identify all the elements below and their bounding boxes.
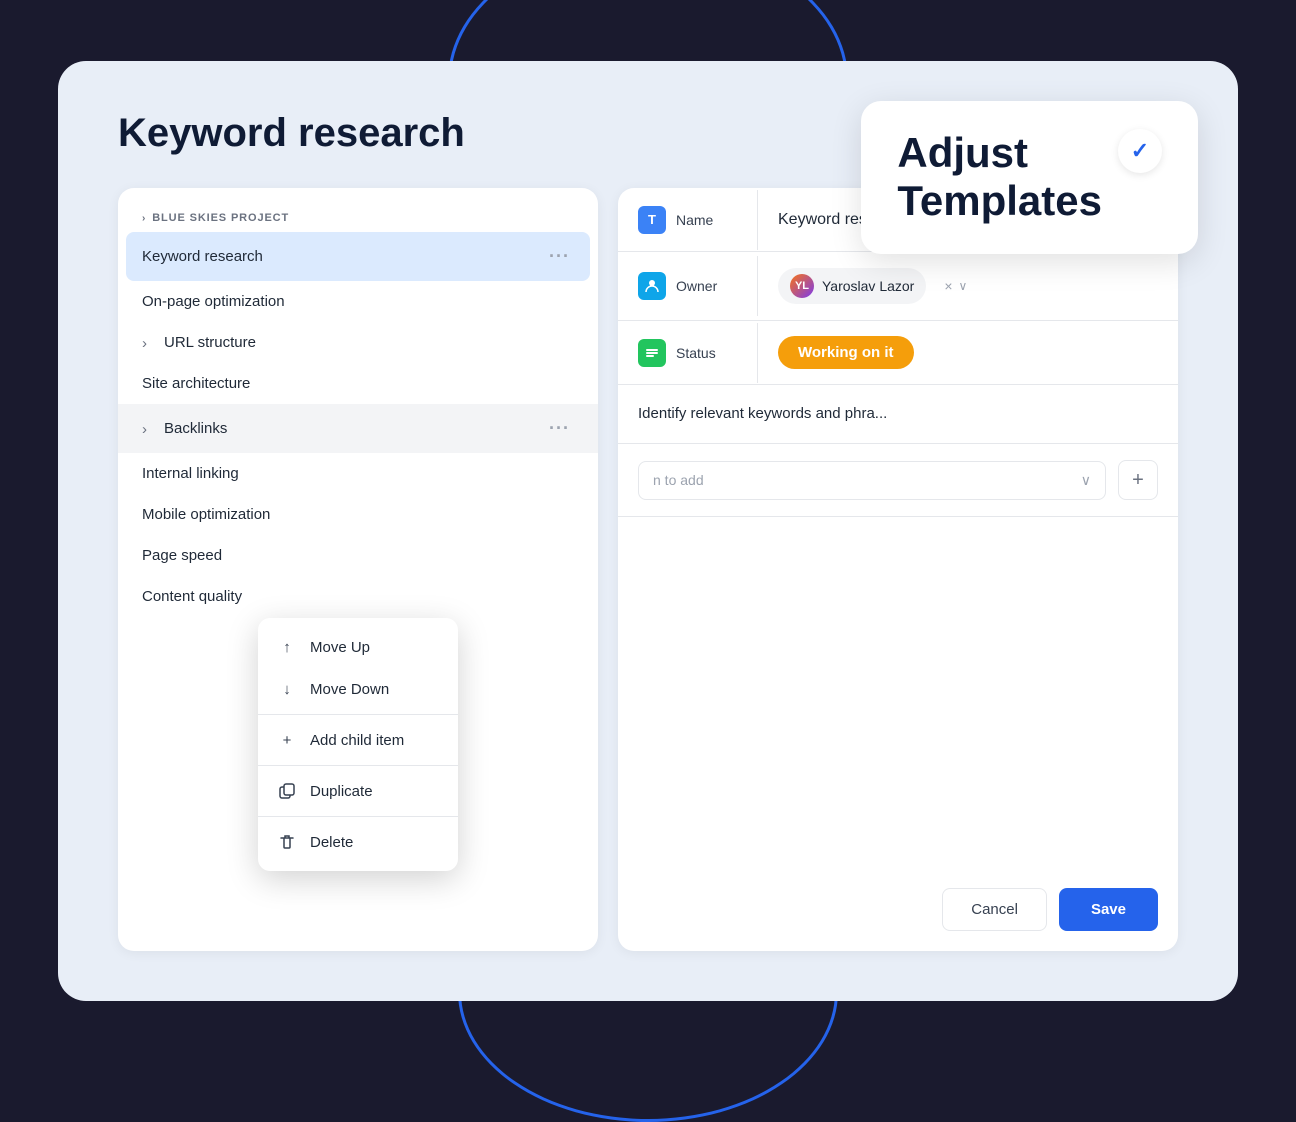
adjust-templates-title: Adjust Templates <box>897 129 1102 226</box>
status-value-cell[interactable]: Working on it <box>758 328 1178 377</box>
list-item-url-structure[interactable]: › URL structure <box>118 322 598 363</box>
context-menu: ↑ Move Up ↓ Move Down + Add child item <box>258 618 458 871</box>
chevron-backlinks-icon: › <box>142 421 158 437</box>
list-item-mobile-optimization[interactable]: Mobile optimization <box>118 494 598 535</box>
menu-label-delete: Delete <box>310 834 353 851</box>
list-item-keyword-research[interactable]: Keyword research ··· <box>126 232 590 281</box>
owner-chevron-icon[interactable]: ∨ <box>959 279 968 293</box>
checkmark-icon: ✓ <box>1131 138 1149 164</box>
form-row-status: Status Working on it <box>618 321 1178 385</box>
list-item-on-page-optimization[interactable]: On-page optimization <box>118 281 598 322</box>
menu-item-add-child[interactable]: + Add child item <box>258 719 458 761</box>
item-label-on-page: On-page optimization <box>142 293 574 310</box>
right-panel: T Name Keyword research <box>618 188 1178 951</box>
item-label-internal-linking: Internal linking <box>142 465 574 482</box>
menu-item-move-down[interactable]: ↓ Move Down <box>258 668 458 710</box>
cancel-button[interactable]: Cancel <box>942 888 1047 931</box>
status-label-cell: Status <box>618 323 758 383</box>
item-menu-backlinks[interactable]: ··· <box>545 416 574 441</box>
item-label-page-speed: Page speed <box>142 547 574 564</box>
chevron-url-icon: › <box>142 335 158 351</box>
menu-label-duplicate: Duplicate <box>310 783 373 800</box>
item-label-keyword-research: Keyword research <box>142 248 545 265</box>
owner-controls: × ∨ <box>944 278 967 294</box>
owner-label-text: Owner <box>676 278 717 294</box>
person-to-add-row: n to add ∨ + <box>618 444 1178 517</box>
person-select-placeholder: n to add <box>653 472 704 488</box>
item-label-site-architecture: Site architecture <box>142 375 574 392</box>
owner-remove-icon[interactable]: × <box>944 278 952 294</box>
project-label: › BLUE SKIES PROJECT <box>118 204 598 232</box>
list-item-internal-linking[interactable]: Internal linking <box>118 453 598 494</box>
owner-value-cell: YL Yaroslav Lazor × ∨ <box>758 252 1178 320</box>
description-text: Identify relevant keywords and phra... <box>638 405 887 422</box>
owner-label-cell: Owner <box>618 256 758 316</box>
person-select-dropdown[interactable]: n to add ∨ <box>638 461 1106 500</box>
project-name: BLUE SKIES PROJECT <box>152 212 289 224</box>
item-label-mobile-optimization: Mobile optimization <box>142 506 574 523</box>
menu-divider-2 <box>258 765 458 766</box>
item-label-url-structure: URL structure <box>164 334 574 351</box>
item-label-content-quality: Content quality <box>142 588 574 605</box>
list-item-site-architecture[interactable]: Site architecture <box>118 363 598 404</box>
adjust-check-badge: ✓ <box>1118 129 1162 173</box>
owner-pill[interactable]: YL Yaroslav Lazor <box>778 268 926 304</box>
menu-label-move-down: Move Down <box>310 681 389 698</box>
item-menu-keyword-research[interactable]: ··· <box>545 244 574 269</box>
menu-item-delete[interactable]: Delete <box>258 821 458 863</box>
owner-name: Yaroslav Lazor <box>822 278 914 294</box>
menu-label-add-child: Add child item <box>310 732 404 749</box>
menu-item-move-up[interactable]: ↑ Move Up <box>258 626 458 668</box>
status-field-icon <box>638 339 666 367</box>
save-button[interactable]: Save <box>1059 888 1158 931</box>
duplicate-icon <box>278 782 296 800</box>
move-up-icon: ↑ <box>278 638 296 656</box>
owner-avatar: YL <box>790 274 814 298</box>
form-row-owner: Owner YL Yaroslav Lazor × ∨ <box>618 252 1178 321</box>
menu-divider-3 <box>258 816 458 817</box>
person-select-chevron-icon: ∨ <box>1081 472 1091 489</box>
menu-divider-1 <box>258 714 458 715</box>
left-panel: › BLUE SKIES PROJECT Keyword research ··… <box>118 188 598 951</box>
main-container: Adjust Templates ✓ Keyword research › BL… <box>58 61 1238 1001</box>
add-child-icon: + <box>278 731 296 749</box>
name-label-cell: T Name <box>618 190 758 250</box>
item-label-backlinks: Backlinks <box>164 420 545 437</box>
person-add-button[interactable]: + <box>1118 460 1158 500</box>
content-area: › BLUE SKIES PROJECT Keyword research ··… <box>118 188 1178 951</box>
menu-item-duplicate[interactable]: Duplicate <box>258 770 458 812</box>
adjust-templates-card: Adjust Templates ✓ <box>861 101 1198 254</box>
name-label-text: Name <box>676 212 713 228</box>
name-field-icon: T <box>638 206 666 234</box>
list-item-page-speed[interactable]: Page speed <box>118 535 598 576</box>
move-down-icon: ↓ <box>278 680 296 698</box>
description-row[interactable]: Identify relevant keywords and phra... <box>618 385 1178 444</box>
status-badge[interactable]: Working on it <box>778 336 914 369</box>
owner-field-icon <box>638 272 666 300</box>
menu-label-move-up: Move Up <box>310 639 370 656</box>
list-item-backlinks[interactable]: › Backlinks ··· <box>118 404 598 453</box>
project-arrow-icon: › <box>142 213 146 224</box>
form-footer: Cancel Save <box>618 868 1178 951</box>
list-item-content-quality[interactable]: Content quality <box>118 576 598 617</box>
trash-icon <box>278 833 296 851</box>
status-label-text: Status <box>676 345 716 361</box>
